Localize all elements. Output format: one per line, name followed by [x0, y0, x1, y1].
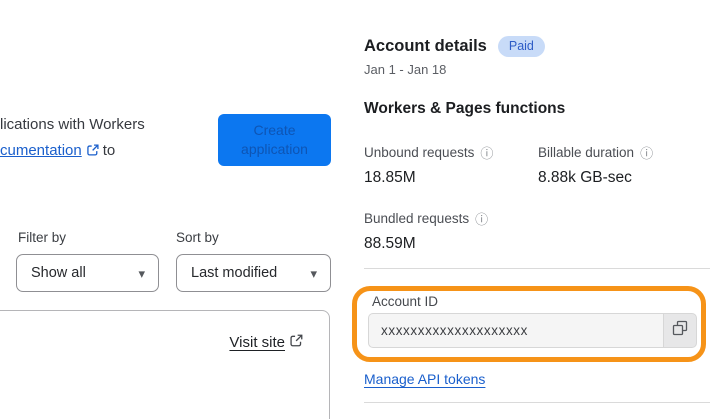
filter-dropdown-value: Show all — [31, 265, 86, 281]
sort-by-label: Sort by — [176, 230, 219, 245]
filter-dropdown[interactable]: Show all ▾ — [16, 254, 159, 292]
stat-value: 18.85M — [364, 169, 416, 186]
manage-api-tokens-link[interactable]: Manage API tokens — [364, 371, 485, 387]
copy-icon — [672, 320, 688, 341]
stat-billable-duration: Billable duration ⓘ 8.88k GB-sec — [538, 143, 653, 187]
visit-site-link[interactable]: Visit site — [229, 333, 307, 352]
sort-dropdown-value: Last modified — [191, 265, 278, 281]
divider — [364, 268, 710, 269]
stat-label: Unbound requests ⓘ — [364, 143, 494, 162]
intro-line-1: lications with Workers — [0, 116, 145, 133]
info-icon[interactable]: ⓘ — [480, 143, 493, 162]
filter-by-label: Filter by — [18, 230, 67, 245]
functions-section-title: Workers & Pages functions — [364, 100, 566, 117]
external-link-icon — [86, 140, 100, 166]
stat-unbound-requests: Unbound requests ⓘ 18.85M — [364, 143, 493, 187]
stat-label: Billable duration ⓘ — [538, 143, 654, 162]
account-id-field — [368, 313, 697, 348]
project-card: Visit site — [0, 310, 330, 419]
account-details-header: Account details Paid — [364, 36, 545, 57]
stat-value: 8.88k GB-sec — [538, 169, 632, 186]
workers-pages-screen: lications with Workers cumentation to Cre… — [0, 0, 718, 419]
stat-bundled-requests: Bundled requests ⓘ 88.59M — [364, 209, 488, 253]
info-icon[interactable]: ⓘ — [640, 143, 653, 162]
stat-label: Bundled requests ⓘ — [364, 209, 489, 228]
caret-down-icon: ▾ — [310, 265, 317, 281]
date-range: Jan 1 - Jan 18 — [364, 62, 447, 77]
divider — [364, 402, 710, 403]
stat-value: 88.59M — [364, 235, 416, 252]
intro-after-link: to — [102, 142, 116, 159]
copy-button[interactable] — [663, 313, 697, 348]
intro-line-2: cumentation to — [0, 138, 145, 166]
intro-text: lications with Workers cumentation to — [0, 112, 145, 166]
external-link-icon — [289, 333, 304, 352]
caret-down-icon: ▾ — [138, 265, 145, 281]
create-application-button[interactable]: Create application — [218, 114, 331, 166]
plan-badge: Paid — [497, 36, 545, 57]
sort-dropdown[interactable]: Last modified ▾ — [176, 254, 331, 292]
account-id-input[interactable] — [368, 313, 663, 348]
account-id-label: Account ID — [372, 294, 439, 309]
info-icon[interactable]: ⓘ — [475, 209, 488, 228]
account-details-title: Account details — [364, 36, 487, 55]
visit-site-label: Visit site — [229, 334, 285, 351]
documentation-link[interactable]: cumentation — [0, 142, 82, 159]
